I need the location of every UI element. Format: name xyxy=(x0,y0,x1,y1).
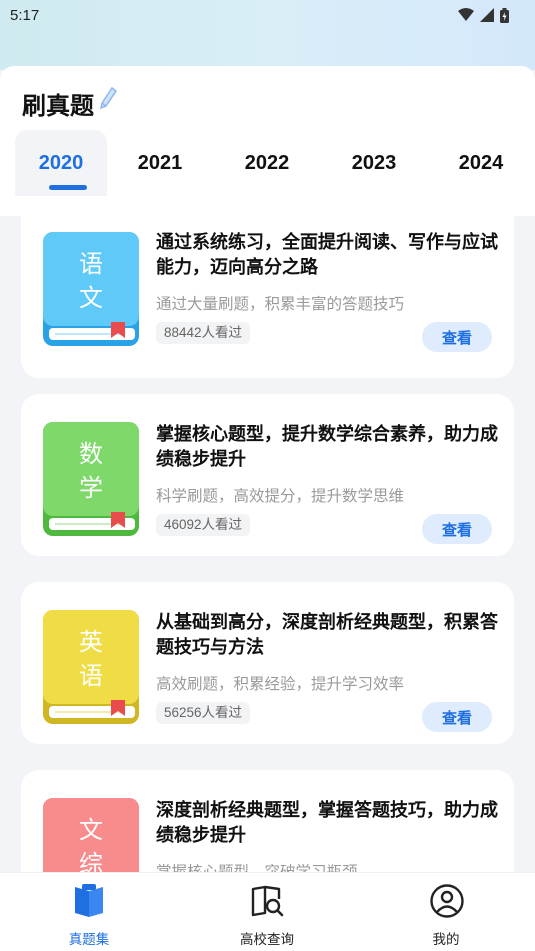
nav-item-questions[interactable]: 真题集 xyxy=(34,873,144,951)
tab-2022[interactable]: 2022 xyxy=(221,130,313,196)
liberal-arts-book-icon: 文 综 xyxy=(43,798,139,872)
chinese-book-char-2: 文 xyxy=(79,284,103,312)
nav-label: 高校查询 xyxy=(240,932,294,947)
subject-list: 语 文 通过系统练习，全面提升阅读、写作与应试能力，迈向高分之路 通过大量刷题，… xyxy=(0,216,535,872)
profile-icon xyxy=(430,884,464,918)
subject-card-math[interactable]: 数 学 掌握核心题型，提升数学综合素养，助力成绩稳步提升 科学刷题，高效提分，提… xyxy=(21,394,514,556)
status-icons xyxy=(458,7,509,23)
nav-label: 真题集 xyxy=(68,932,110,947)
tab-2024[interactable]: 2024 xyxy=(435,130,527,196)
card-title: 掌握核心题型，提升数学综合素养，助力成绩稳步提升 xyxy=(156,424,498,469)
pencil-icon xyxy=(99,86,118,110)
nav-label: 我的 xyxy=(432,932,460,947)
card-subtitle: 通过大量刷题，积累丰富的答题技巧 xyxy=(156,296,405,313)
wifi-icon xyxy=(458,8,474,21)
school-search-icon xyxy=(251,885,284,917)
english-book-icon: 英 语 xyxy=(43,610,139,724)
english-book-char-2: 语 xyxy=(79,662,103,690)
chinese-book-char-1: 语 xyxy=(79,250,103,278)
view-count-badge: 46092人看过 xyxy=(156,514,251,536)
english-book-char-1: 英 xyxy=(79,628,103,656)
view-button[interactable]: 查看 xyxy=(422,514,492,544)
view-count-badge: 56256人看过 xyxy=(156,702,251,724)
math-book-char-1: 数 xyxy=(79,440,103,468)
tab-2021[interactable]: 2021 xyxy=(114,130,206,196)
view-count-badge: 88442人看过 xyxy=(156,322,251,344)
liberal-arts-book-char-1: 文 xyxy=(79,816,103,844)
status-bar: 5:17 xyxy=(0,0,535,30)
card-subtitle: 掌握核心题型，突破学习瓶颈 xyxy=(156,860,358,872)
tab-2023[interactable]: 2023 xyxy=(328,130,420,196)
math-book-icon: 数 学 xyxy=(43,422,139,536)
liberal-arts-book-char-2: 综 xyxy=(79,850,103,872)
card-title: 深度剖析经典题型，掌握答题技巧，助力成绩稳步提升 xyxy=(156,800,498,845)
status-time: 5:17 xyxy=(10,6,40,24)
subject-card-liberal-arts[interactable]: 文 综 深度剖析经典题型，掌握答题技巧，助力成绩稳步提升 掌握核心题型，突破学习… xyxy=(21,770,514,872)
math-book-char-2: 学 xyxy=(79,474,103,502)
subject-card-chinese[interactable]: 语 文 通过系统练习，全面提升阅读、写作与应试能力，迈向高分之路 通过大量刷题，… xyxy=(21,216,514,378)
book-icon xyxy=(75,884,103,917)
subject-card-english[interactable]: 英 语 从基础到高分，深度剖析经典题型，积累答题技巧与方法 高效刷题，积累经验，… xyxy=(21,582,514,744)
nav-item-school-search[interactable]: 高校查询 xyxy=(212,873,322,951)
signal-icon xyxy=(480,8,494,22)
year-tabs: 2020 2021 2022 2023 2024 xyxy=(0,130,535,196)
page-title: 刷真题 xyxy=(22,93,94,120)
card-title: 从基础到高分，深度剖析经典题型，积累答题技巧与方法 xyxy=(156,612,498,657)
card-subtitle: 科学刷题，高效提分，提升数学思维 xyxy=(156,488,405,505)
bottom-nav: 真题集 高校查询 我的 xyxy=(0,872,535,951)
chinese-book-icon: 语 文 xyxy=(43,232,139,346)
card-title: 通过系统练习，全面提升阅读、写作与应试能力，迈向高分之路 xyxy=(156,232,498,277)
tab-2020[interactable]: 2020 xyxy=(15,130,107,196)
view-button[interactable]: 查看 xyxy=(422,322,492,352)
header: 刷真题 2020 2021 2022 2023 2024 xyxy=(0,66,535,216)
card-subtitle: 高效刷题，积累经验，提升学习效率 xyxy=(156,676,405,693)
battery-icon xyxy=(500,7,509,23)
nav-item-profile[interactable]: 我的 xyxy=(391,873,501,951)
view-button[interactable]: 查看 xyxy=(422,702,492,732)
